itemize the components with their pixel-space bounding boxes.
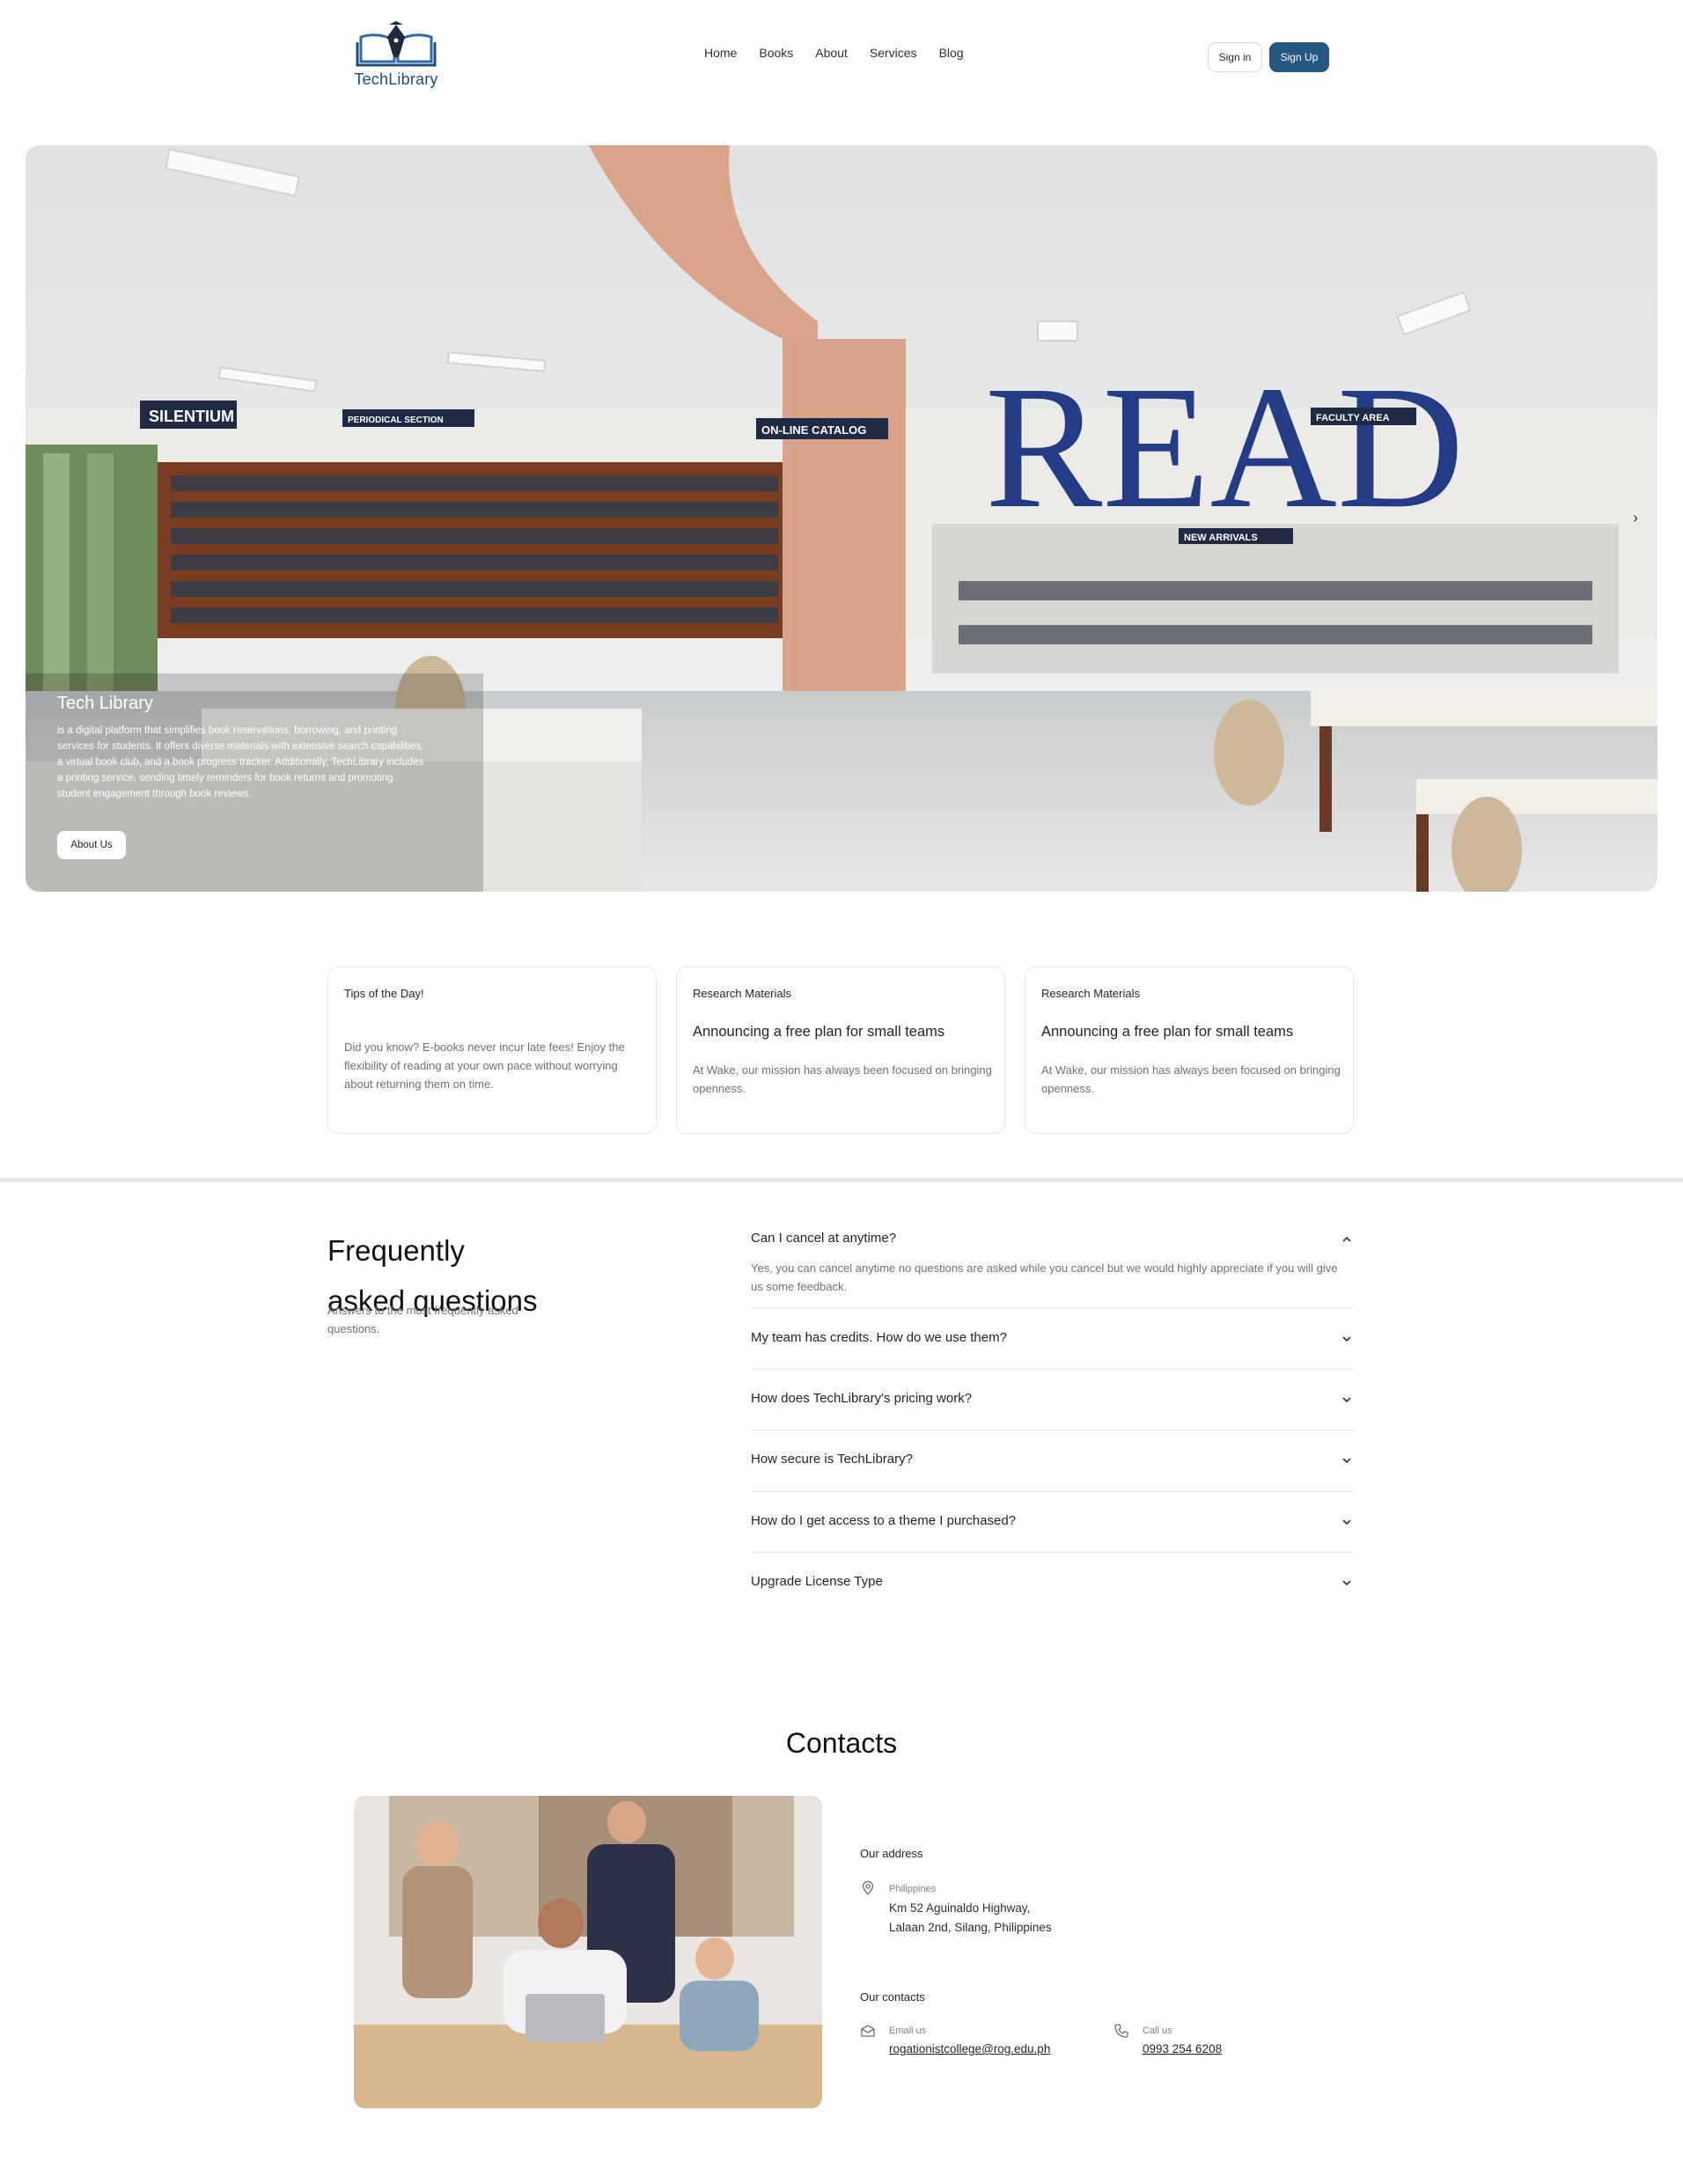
faq-subtitle: Answers to the most frequently asked que… bbox=[327, 1304, 518, 1335]
nav-books[interactable]: Books bbox=[759, 46, 793, 60]
nav-home[interactable]: Home bbox=[704, 46, 737, 60]
logo[interactable]: TechLibrary bbox=[350, 21, 442, 92]
faq-item[interactable]: My team has credits. How do we use them? bbox=[751, 1308, 1354, 1370]
address-line2: Lalaan 2nd, Silang, Philippines bbox=[889, 1921, 1052, 1934]
nav-about[interactable]: About bbox=[815, 46, 848, 60]
arrivals-sign: NEW ARRIVALS bbox=[1184, 533, 1258, 543]
hero-title: Tech Library bbox=[57, 694, 153, 713]
silentium-sign: SILENTIUM bbox=[149, 408, 234, 425]
faculty-sign: FACULTY AREA bbox=[1316, 413, 1390, 423]
hero-text: Tech Library is a digital platform that … bbox=[57, 694, 427, 802]
team-photo-image bbox=[354, 1796, 822, 2108]
card-category: Research Materials bbox=[1041, 987, 1140, 1000]
phone-label: Call us bbox=[1143, 2026, 1172, 2036]
hero-banner: READ SILENTIUM PERIODICAL SECTION ON-LIN… bbox=[26, 145, 1657, 892]
faq-question[interactable]: How secure is TechLibrary? bbox=[751, 1452, 913, 1467]
tip-card[interactable]: Tips of the Day! Did you know? E-books n… bbox=[327, 967, 657, 1134]
map-pin-icon bbox=[862, 1880, 874, 1896]
faq-answer: Yes, you can cancel anytime no questions… bbox=[751, 1261, 1338, 1293]
faq-item[interactable]: How secure is TechLibrary? bbox=[751, 1430, 1354, 1492]
card-title: Announcing a free plan for small teams bbox=[693, 1024, 945, 1040]
catalog-sign: ON-LINE CATALOG bbox=[761, 423, 866, 437]
card-text: Did you know? E-books never incur late f… bbox=[344, 1041, 625, 1091]
faq-item[interactable]: Upgrade License Type bbox=[751, 1553, 1354, 1614]
contacts-title: Contacts bbox=[785, 1727, 898, 1759]
chevron-up-icon[interactable] bbox=[1340, 1232, 1354, 1246]
team-photo bbox=[354, 1796, 822, 2108]
chevron-right-icon[interactable]: › bbox=[1626, 508, 1645, 527]
sign-up-button[interactable]: Sign Up bbox=[1269, 42, 1329, 72]
mail-icon bbox=[861, 2025, 875, 2037]
research-card[interactable]: Research Materials Announcing a free pla… bbox=[676, 967, 1005, 1134]
phone-link[interactable]: 0993 254 6208 bbox=[1143, 2042, 1222, 2055]
address-heading: Our address bbox=[860, 1847, 923, 1860]
hero-description: is a digital platform that simplifies bo… bbox=[57, 725, 424, 799]
card-category: Tips of the Day! bbox=[344, 987, 424, 1000]
phone-icon bbox=[1114, 2024, 1128, 2038]
section-divider bbox=[0, 1178, 1683, 1182]
address-line1: Km 52 Aguinaldo Highway, bbox=[889, 1901, 1031, 1915]
pen-book-logo-icon bbox=[356, 21, 437, 67]
main-nav: Home Books About Services Blog bbox=[704, 46, 964, 60]
address-country: Philippines bbox=[889, 1884, 937, 1894]
brand-name: TechLibrary bbox=[354, 70, 438, 88]
periodical-sign: PERIODICAL SECTION bbox=[348, 415, 444, 425]
faq-question[interactable]: How does TechLibrary's pricing work? bbox=[751, 1391, 972, 1406]
read-sign: READ bbox=[985, 350, 1464, 545]
sign-in-button[interactable]: Sign in bbox=[1208, 42, 1262, 72]
research-card[interactable]: Research Materials Announcing a free pla… bbox=[1025, 967, 1354, 1134]
faq-item[interactable]: Can I cancel at anytime? Yes, you can ca… bbox=[751, 1222, 1354, 1308]
faq-question[interactable]: How do I get access to a theme I purchas… bbox=[751, 1513, 1016, 1528]
chevron-down-icon[interactable] bbox=[1340, 1453, 1354, 1467]
chevron-down-icon[interactable] bbox=[1340, 1332, 1354, 1346]
faq-question[interactable]: My team has credits. How do we use them? bbox=[751, 1330, 1007, 1345]
nav-services[interactable]: Services bbox=[870, 46, 917, 60]
card-text: At Wake, our mission has always been foc… bbox=[693, 1063, 992, 1095]
nav-blog[interactable]: Blog bbox=[939, 46, 964, 60]
email-link[interactable]: rogationistcollege@rog.edu.ph bbox=[889, 2042, 1050, 2055]
faq-item[interactable]: How do I get access to a theme I purchas… bbox=[751, 1492, 1354, 1553]
contacts-heading: Our contacts bbox=[860, 1990, 925, 2004]
faq-question[interactable]: Can I cancel at anytime? bbox=[751, 1231, 896, 1246]
card-text: At Wake, our mission has always been foc… bbox=[1041, 1063, 1341, 1095]
email-label: Email us bbox=[889, 2026, 927, 2036]
card-category: Research Materials bbox=[693, 987, 791, 1000]
chevron-down-icon[interactable] bbox=[1340, 1515, 1354, 1529]
chevron-down-icon[interactable] bbox=[1340, 1576, 1354, 1590]
faq-title-line: Frequently bbox=[327, 1234, 465, 1267]
card-title: Announcing a free plan for small teams bbox=[1041, 1024, 1294, 1040]
chevron-down-icon[interactable] bbox=[1340, 1393, 1354, 1407]
faq-question[interactable]: Upgrade License Type bbox=[751, 1574, 883, 1589]
about-us-button[interactable]: About Us bbox=[57, 831, 126, 859]
faq-item[interactable]: How does TechLibrary's pricing work? bbox=[751, 1370, 1354, 1430]
